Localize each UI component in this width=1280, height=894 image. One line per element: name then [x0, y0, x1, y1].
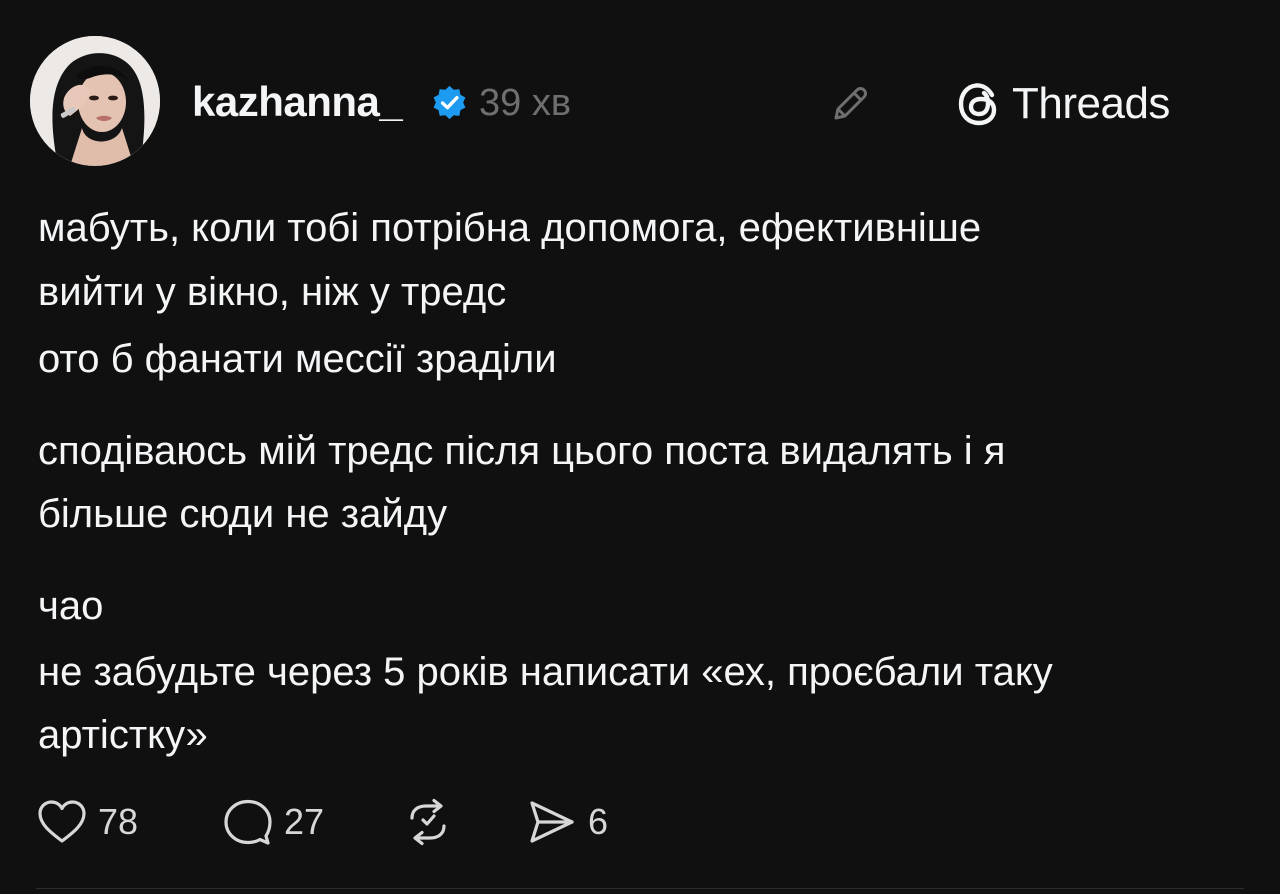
post-time: 39 хв — [479, 82, 572, 124]
repost-icon — [410, 798, 446, 846]
avatar-photo — [30, 36, 160, 166]
username[interactable]: kazhanna_ — [192, 76, 403, 128]
post-text-line: сподіваюсь мій тредс після цього поста в… — [38, 429, 1006, 473]
edit-button[interactable] — [822, 76, 878, 132]
reply-button[interactable]: 27 — [222, 798, 324, 846]
threads-label: Threads — [1012, 79, 1170, 128]
post-text-line: не забудьте через 5 років написати «ех, … — [38, 650, 1053, 694]
repost-button[interactable] — [400, 798, 456, 846]
post-text-line: вийти у вікно, ніж у тредс — [38, 270, 507, 314]
post-text-line: ото б фанати мессії зраділи — [38, 337, 557, 381]
reply-count: 27 — [284, 801, 325, 842]
threads-post: kazhanna_ 39 хв Threads мабуть, коли тоб… — [0, 0, 1280, 894]
threads-logo-icon — [958, 83, 997, 126]
divider — [36, 888, 1244, 889]
post-text-line: чао — [38, 584, 104, 628]
share-button[interactable]: 6 — [526, 798, 608, 846]
threads-brand[interactable]: Threads — [954, 76, 1170, 132]
avatar[interactable] — [30, 36, 160, 166]
post-text-line: артістку» — [38, 713, 208, 757]
verified-badge-icon — [433, 85, 466, 120]
share-count: 6 — [588, 801, 609, 842]
post-text-line: мабуть, коли тобі потрібна допомога, ефе… — [38, 206, 982, 250]
send-icon — [530, 801, 574, 843]
post-text-line: більше сюди не зайду — [38, 492, 448, 536]
comment-icon — [224, 799, 272, 845]
like-button[interactable]: 78 — [36, 798, 138, 846]
like-count: 78 — [98, 801, 139, 842]
heart-icon — [38, 800, 86, 843]
pencil-icon — [834, 87, 867, 120]
